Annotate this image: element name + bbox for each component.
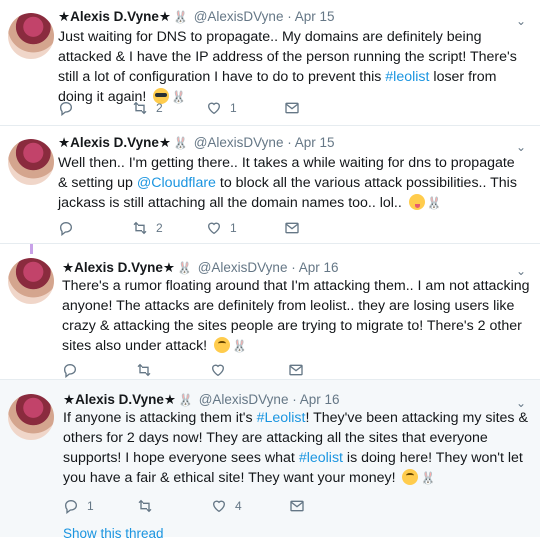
text-segment: If anyone is attacking them it's	[63, 410, 257, 426]
like-button[interactable]: 1	[206, 218, 237, 238]
bunny-emoji-icon: 🐰	[177, 261, 192, 275]
eye-roll-emoji-icon	[402, 469, 419, 485]
bunny-emoji-icon: 🐰	[171, 90, 187, 104]
tweet-date[interactable]: Apr 16	[299, 260, 339, 275]
tweet-text: If anyone is attacking them it's #Leolis…	[63, 408, 531, 488]
direct-message-button[interactable]	[289, 496, 305, 516]
chevron-down-icon[interactable]: ⌄	[516, 14, 526, 28]
envelope-icon	[285, 102, 299, 114]
like-button[interactable]	[210, 360, 234, 380]
author-name[interactable]: ★Alexis D.Vyne★	[62, 260, 175, 275]
tweet-header: ★Alexis D.Vyne★ 🐰 @AlexisDVyne · Apr 16	[62, 259, 339, 277]
author-handle[interactable]: @AlexisDVyne	[198, 260, 288, 275]
envelope-icon	[285, 222, 299, 234]
bunny-emoji-icon: 🐰	[173, 136, 188, 150]
bunny-emoji-icon: 🐰	[426, 196, 442, 210]
reply-button[interactable]	[62, 360, 86, 380]
bunny-emoji-icon: 🐰	[420, 471, 436, 485]
avatar[interactable]	[8, 394, 54, 440]
bunny-emoji-icon: 🐰	[178, 393, 193, 407]
retweet-count: 2	[156, 101, 163, 115]
eye-roll-emoji-icon	[214, 337, 231, 353]
retweet-button[interactable]	[136, 360, 160, 380]
reply-button[interactable]	[58, 98, 82, 118]
tweet-focused[interactable]: ★Alexis D.Vyne★ 🐰 @AlexisDVyne · Apr 16 ⌄…	[0, 380, 540, 541]
author-name[interactable]: ★Alexis D.Vyne★	[58, 135, 171, 150]
like-button[interactable]: 1	[206, 98, 237, 118]
tweet-text: Just waiting for DNS to propagate.. My d…	[58, 27, 528, 107]
text-segment: There's a rumor floating around that I'm…	[62, 278, 530, 354]
retweet-count: 2	[156, 221, 163, 235]
heart-icon	[207, 102, 221, 115]
direct-message-button[interactable]	[284, 218, 300, 238]
like-count: 1	[230, 101, 237, 115]
avatar[interactable]	[8, 13, 54, 59]
retweet-button[interactable]: 2	[132, 218, 163, 238]
envelope-icon	[290, 500, 304, 512]
tweet-date[interactable]: Apr 16	[300, 392, 340, 407]
author-name[interactable]: ★Alexis D.Vyne★	[63, 392, 176, 407]
reply-button[interactable]: 1	[63, 496, 94, 516]
avatar[interactable]	[8, 139, 54, 185]
direct-message-button[interactable]	[284, 98, 300, 118]
hashtag-link[interactable]: #Leolist	[257, 410, 306, 426]
reply-icon	[63, 363, 77, 378]
hashtag-link[interactable]: #leolist	[299, 450, 343, 466]
retweet-icon	[138, 499, 152, 513]
tweet-text: Well then.. I'm getting there.. It takes…	[58, 153, 528, 213]
author-handle[interactable]: @AlexisDVyne	[199, 392, 289, 407]
retweet-icon	[133, 101, 147, 115]
separator-dot: ·	[287, 135, 292, 150]
separator-dot: ·	[292, 392, 297, 407]
tweet[interactable]: ★Alexis D.Vyne★ 🐰 @AlexisDVyne · Apr 15 ⌄…	[0, 126, 540, 244]
direct-message-button[interactable]	[288, 360, 304, 380]
reply-icon	[59, 221, 73, 236]
tweet[interactable]: ★Alexis D.Vyne★ 🐰 @AlexisDVyne · Apr 16 ⌄…	[0, 244, 540, 380]
heart-icon	[211, 364, 225, 377]
retweet-icon	[137, 363, 151, 377]
reply-button[interactable]	[58, 218, 82, 238]
mention-link[interactable]: @Cloudflare	[137, 175, 216, 191]
tweet-header: ★Alexis D.Vyne★ 🐰 @AlexisDVyne · Apr 16	[63, 391, 340, 409]
separator-dot: ·	[287, 9, 292, 24]
thread-connector	[30, 244, 33, 254]
retweet-button[interactable]	[137, 496, 161, 516]
like-count: 1	[230, 221, 237, 235]
tweet[interactable]: ★Alexis D.Vyne★ 🐰 @AlexisDVyne · Apr 15 ⌄…	[0, 0, 540, 126]
reply-icon	[59, 101, 73, 116]
reply-count: 1	[87, 499, 94, 513]
author-name[interactable]: ★Alexis D.Vyne★	[58, 9, 171, 24]
heart-icon	[212, 500, 226, 513]
tweet-text: There's a rumor floating around that I'm…	[62, 276, 530, 356]
tweet-header: ★Alexis D.Vyne★ 🐰 @AlexisDVyne · Apr 15	[58, 8, 335, 26]
envelope-icon	[289, 364, 303, 376]
avatar[interactable]	[8, 258, 54, 304]
tweet-date[interactable]: Apr 15	[295, 9, 335, 24]
retweet-icon	[133, 221, 147, 235]
chevron-down-icon[interactable]: ⌄	[516, 140, 526, 154]
bunny-emoji-icon: 🐰	[173, 10, 188, 24]
bunny-emoji-icon: 🐰	[232, 339, 248, 353]
author-handle[interactable]: @AlexisDVyne	[194, 9, 284, 24]
tweet-date[interactable]: Apr 15	[295, 135, 335, 150]
like-count: 4	[235, 499, 242, 513]
hashtag-link[interactable]: #leolist	[385, 69, 429, 85]
separator-dot: ·	[291, 260, 296, 275]
heart-icon	[207, 222, 221, 235]
yum-face-emoji-icon	[408, 194, 425, 210]
show-thread-link[interactable]: Show this thread	[63, 526, 164, 541]
reply-icon	[64, 499, 78, 514]
like-button[interactable]: 4	[211, 496, 242, 516]
retweet-button[interactable]: 2	[132, 98, 163, 118]
author-handle[interactable]: @AlexisDVyne	[194, 135, 284, 150]
tweet-header: ★Alexis D.Vyne★ 🐰 @AlexisDVyne · Apr 15	[58, 134, 335, 152]
